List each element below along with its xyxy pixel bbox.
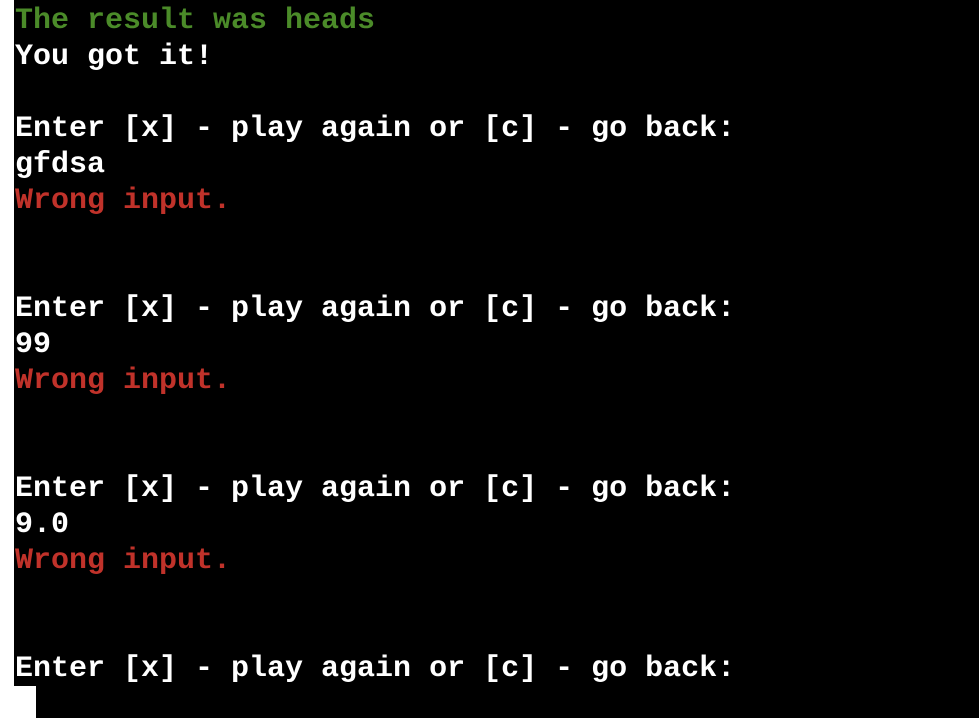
terminal-output-area[interactable]: The result was heads You got it! Enter [… xyxy=(15,0,979,718)
error-line-2: Wrong input. xyxy=(15,364,232,398)
user-input-line-3: 9.0 xyxy=(15,508,70,542)
user-input-line-1: gfdsa xyxy=(15,148,106,182)
prompt-line-3: Enter [x] - play again or [c] - go back: xyxy=(15,472,736,506)
prompt-line-1: Enter [x] - play again or [c] - go back: xyxy=(15,112,736,146)
error-line-3: Wrong input. xyxy=(15,544,232,578)
prompt-line-4-active: Enter [x] - play again or [c] - go back: xyxy=(15,652,736,686)
user-input-line-2: 99 xyxy=(15,328,52,362)
output-line-result: The result was heads xyxy=(15,4,376,38)
error-line-1: Wrong input. xyxy=(15,184,232,218)
output-line-you-got-it: You got it! xyxy=(15,40,214,74)
prompt-line-2: Enter [x] - play again or [c] - go back: xyxy=(15,292,736,326)
terminal-window[interactable]: The result was heads You got it! Enter [… xyxy=(0,0,979,718)
left-gutter-strip xyxy=(0,0,14,718)
block-cursor-icon[interactable] xyxy=(0,686,36,718)
